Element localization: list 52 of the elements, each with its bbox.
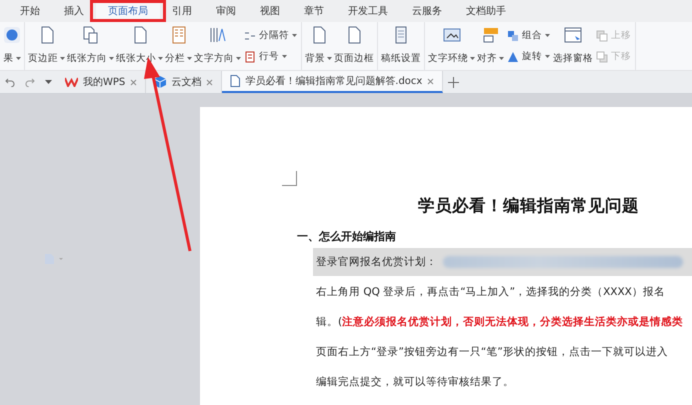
ribbon-button[interactable]: 分隔符 — [244, 29, 297, 42]
menu-tab[interactable]: 视图 — [248, 0, 292, 22]
menu-tab[interactable]: 文档助手 — [454, 0, 518, 22]
body-text: 右上角用 QQ 登录后，再点击“马上加入”，选择我的分类（XXXX）报名 — [315, 285, 666, 300]
close-icon[interactable] — [206, 78, 214, 86]
menu-tab[interactable]: 云服务 — [400, 0, 454, 22]
text-direction-icon — [208, 26, 226, 44]
document-title: 学员必看！编辑指南常见问题 — [418, 195, 640, 217]
pages-icon — [82, 26, 100, 44]
break-icon — [244, 30, 256, 42]
ribbon-button[interactable]: 纸张大小 — [115, 22, 164, 70]
w-logo-icon — [65, 77, 78, 87]
menu-tab[interactable]: 开发工具 — [336, 0, 400, 22]
ribbon-button[interactable]: 稿纸设置 — [380, 22, 422, 70]
menu-tab[interactable]: 开始 — [8, 0, 52, 22]
body-text: 登录官网报名优赏计划： — [316, 255, 437, 269]
document-icon — [230, 75, 240, 87]
line-numbers-icon — [244, 50, 256, 62]
ribbon-button[interactable]: 页边距 — [27, 22, 66, 70]
columns-icon — [170, 26, 188, 44]
group-icon — [507, 30, 519, 42]
document-tab[interactable]: 学员必看！编辑指南常见问题解答.docx — [222, 71, 444, 93]
ribbon-button[interactable]: 旋转 — [507, 50, 550, 63]
ribbon-button[interactable]: 文字环绕 — [427, 22, 476, 70]
menu-tab[interactable]: 引用 — [160, 0, 204, 22]
body-text: 编辑完点提交，就可以等待审核结果了。 — [315, 375, 515, 390]
menu-tab[interactable]: 审阅 — [204, 0, 248, 22]
ribbon-button[interactable]: 果 — [2, 22, 22, 70]
pane-icon — [564, 26, 582, 44]
ribbon-button[interactable]: 对齐 — [476, 22, 505, 70]
body-text: 辑。(注意必须报名优赏计划，否则无法体现，分类选择生活类亦或是情感类 — [315, 314, 684, 330]
close-icon[interactable] — [130, 78, 138, 86]
margin-corner-mark — [282, 171, 297, 186]
section-heading: 一、怎么开始编指南 — [297, 229, 397, 244]
menu-tab[interactable]: 章节 — [292, 0, 336, 22]
cube-icon — [154, 76, 166, 88]
ribbon-button[interactable]: 分栏 — [164, 22, 193, 70]
bring-forward-icon — [596, 30, 608, 42]
ribbon-button[interactable]: 行号 — [244, 50, 297, 63]
image-icon — [442, 26, 460, 44]
close-icon[interactable] — [427, 78, 434, 84]
ribbon-button[interactable]: 纸张方向 — [66, 22, 115, 70]
body-text: 页面右上方“登录”按钮旁边有一只“笔”形状的按钮，点击一下就可以进入 — [315, 345, 669, 360]
ribbon-button[interactable]: 页面边框 — [333, 22, 375, 70]
ribbon-button[interactable]: 组合 — [507, 29, 550, 42]
ribbon-button[interactable]: 文字方向 — [193, 22, 242, 70]
align-icon — [482, 26, 500, 44]
menu-tab[interactable]: 插入 — [52, 0, 96, 22]
rotate-icon — [507, 50, 519, 62]
ribbon-button[interactable]: 背景 — [304, 22, 333, 70]
send-backward-icon — [596, 50, 608, 62]
ribbon-button[interactable]: 选择窗格 — [552, 22, 594, 70]
